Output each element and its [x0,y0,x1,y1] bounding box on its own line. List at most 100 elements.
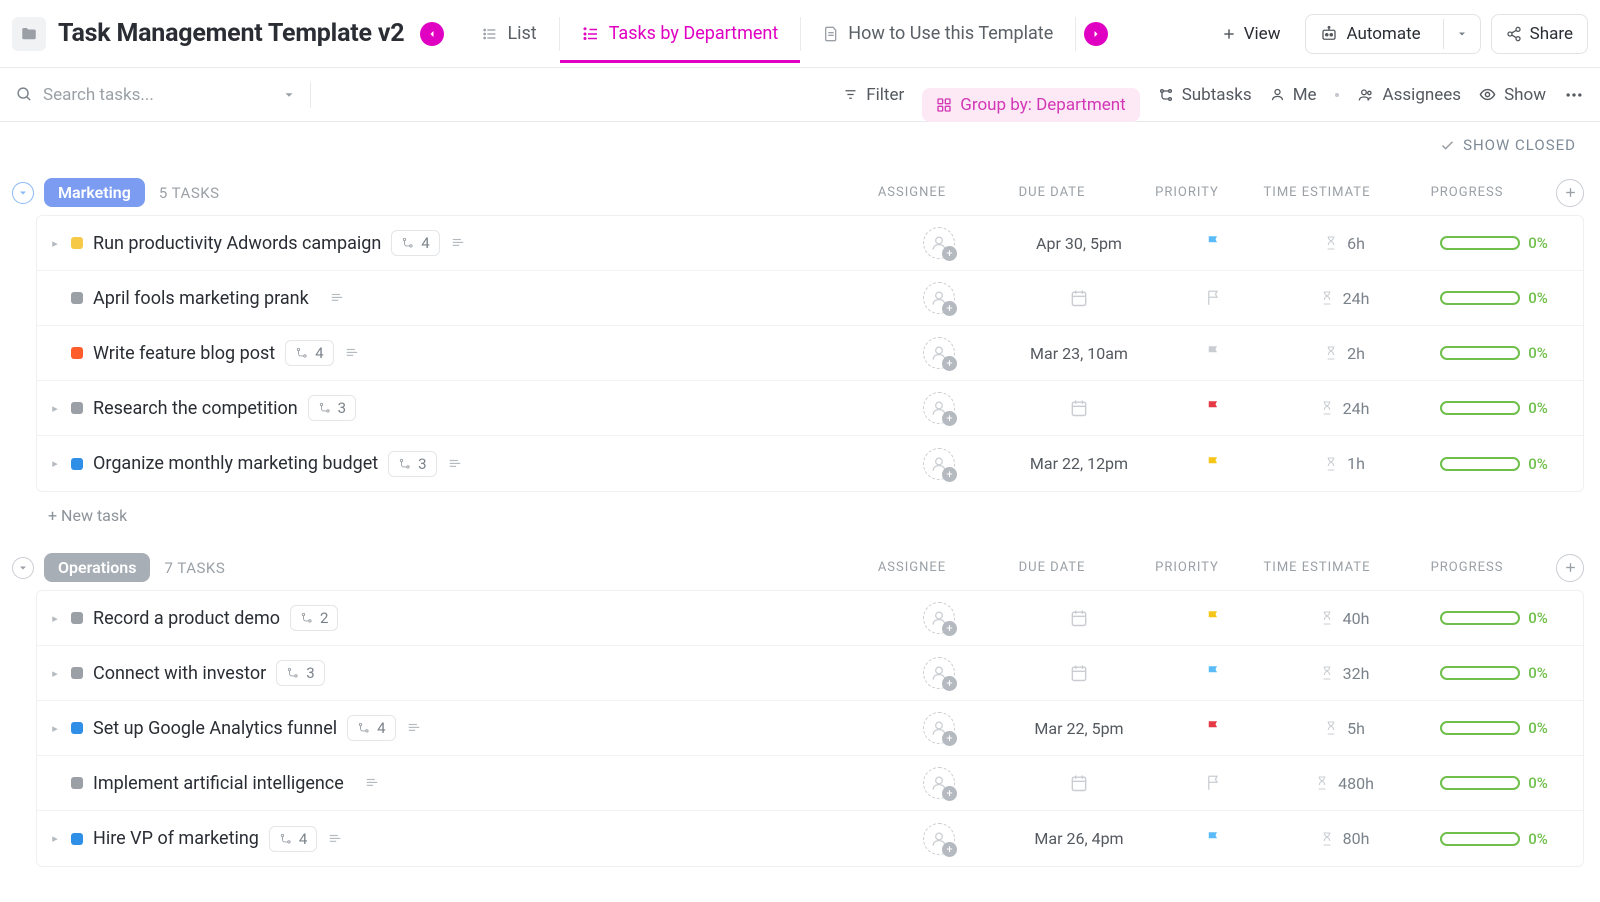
assign-user-button[interactable] [923,227,955,259]
progress-cell[interactable]: 0% [1419,234,1569,252]
time-estimate-cell[interactable]: 80h [1269,829,1419,848]
set-due-date-button[interactable] [1069,288,1089,308]
subtask-count-chip[interactable]: 3 [276,660,324,686]
description-icon[interactable] [327,832,343,846]
tab-list[interactable]: List [460,5,558,62]
task-name[interactable]: Implement artificial intelligence [93,773,344,794]
progress-cell[interactable]: 0% [1419,455,1569,473]
description-icon[interactable] [329,291,345,305]
time-estimate-cell[interactable]: 2h [1269,344,1419,363]
time-estimate-cell[interactable]: 32h [1269,664,1419,683]
automate-button[interactable]: Automate [1305,14,1480,54]
tab-howto[interactable]: How to Use this Template [801,5,1075,62]
status-indicator[interactable] [71,777,83,789]
filter-button[interactable]: Filter [843,85,904,105]
priority-flag[interactable] [1205,719,1223,737]
status-indicator[interactable] [71,458,83,470]
task-name[interactable]: Record a product demo [93,608,280,629]
status-indicator[interactable] [71,237,83,249]
assign-user-button[interactable] [923,392,955,424]
header-progress[interactable]: PROGRESS [1392,185,1542,200]
status-indicator[interactable] [71,347,83,359]
header-progress[interactable]: PROGRESS [1392,560,1542,575]
priority-flag[interactable] [1205,399,1223,417]
task-row[interactable]: ▸ Set up Google Analytics funnel 4 Mar 2… [37,701,1583,756]
subtask-count-chip[interactable]: 3 [308,395,356,421]
task-row[interactable]: ▸ Organize monthly marketing budget 3 Ma… [37,436,1583,491]
expand-task-button[interactable]: ▸ [49,832,61,845]
task-row[interactable]: ▸ Record a product demo 2 [37,591,1583,646]
due-date-value[interactable]: Mar 26, 4pm [1034,829,1123,848]
add-column-button[interactable] [1556,554,1584,582]
status-indicator[interactable] [71,292,83,304]
progress-cell[interactable]: 0% [1419,719,1569,737]
description-icon[interactable] [447,457,463,471]
status-indicator[interactable] [71,833,83,845]
time-estimate-cell[interactable]: 5h [1269,719,1419,738]
header-assignee[interactable]: ASSIGNEE [852,560,972,575]
task-row[interactable]: ▸ Run productivity Adwords campaign 4 Ap… [37,216,1583,271]
show-button[interactable]: Show [1479,85,1546,105]
folder-icon[interactable] [12,17,46,51]
status-indicator[interactable] [71,722,83,734]
description-icon[interactable] [344,346,360,360]
expand-task-button[interactable]: ▸ [49,722,61,735]
more-options-button[interactable] [1564,85,1584,105]
assign-user-button[interactable] [923,448,955,480]
page-title[interactable]: Task Management Template v2 [58,19,404,48]
nav-next-button[interactable] [1084,22,1108,46]
subtask-count-chip[interactable]: 4 [347,715,395,741]
description-icon[interactable] [450,236,466,250]
description-icon[interactable] [406,721,422,735]
assign-user-button[interactable] [923,282,955,314]
priority-flag[interactable] [1205,609,1223,627]
subtask-count-chip[interactable]: 4 [285,340,333,366]
task-name[interactable]: Write feature blog post [93,343,275,364]
task-name[interactable]: Research the competition [93,398,298,419]
priority-flag[interactable] [1205,455,1223,473]
expand-task-button[interactable]: ▸ [49,667,61,680]
subtasks-button[interactable]: Subtasks [1158,85,1252,105]
due-date-value[interactable]: Mar 22, 5pm [1034,719,1123,738]
task-row[interactable]: Implement artificial intelligence [37,756,1583,811]
assign-user-button[interactable] [923,657,955,689]
progress-cell[interactable]: 0% [1419,399,1569,417]
search-dropdown-caret[interactable] [282,88,296,102]
header-assignee[interactable]: ASSIGNEE [852,185,972,200]
header-due-date[interactable]: DUE DATE [972,185,1132,200]
tab-department[interactable]: Tasks by Department [560,5,801,62]
status-indicator[interactable] [71,402,83,414]
description-icon[interactable] [364,776,380,790]
progress-cell[interactable]: 0% [1419,289,1569,307]
expand-task-button[interactable]: ▸ [49,612,61,625]
time-estimate-cell[interactable]: 480h [1269,774,1419,793]
expand-task-button[interactable]: ▸ [49,237,61,250]
group-tag[interactable]: Operations [44,553,150,582]
nav-prev-button[interactable] [420,22,444,46]
time-estimate-cell[interactable]: 1h [1269,454,1419,473]
task-row[interactable]: April fools marketing prank 24h [37,271,1583,326]
priority-flag[interactable] [1205,289,1223,307]
progress-cell[interactable]: 0% [1419,344,1569,362]
me-button[interactable]: Me [1270,85,1317,105]
set-due-date-button[interactable] [1069,663,1089,683]
set-due-date-button[interactable] [1069,608,1089,628]
time-estimate-cell[interactable]: 24h [1269,399,1419,418]
header-due-date[interactable]: DUE DATE [972,560,1132,575]
task-row[interactable]: Write feature blog post 4 Mar 23, 10am [37,326,1583,381]
progress-cell[interactable]: 0% [1419,774,1569,792]
priority-flag[interactable] [1205,664,1223,682]
progress-cell[interactable]: 0% [1419,830,1569,848]
progress-cell[interactable]: 0% [1419,664,1569,682]
time-estimate-cell[interactable]: 6h [1269,234,1419,253]
subtask-count-chip[interactable]: 2 [290,605,338,631]
priority-flag[interactable] [1205,830,1223,848]
priority-flag[interactable] [1205,774,1223,792]
header-time-estimate[interactable]: TIME ESTIMATE [1242,560,1392,575]
subtask-count-chip[interactable]: 3 [388,451,436,477]
due-date-value[interactable]: Mar 22, 12pm [1030,454,1128,473]
task-name[interactable]: Organize monthly marketing budget [93,453,378,474]
share-button[interactable]: Share [1491,14,1588,54]
task-row[interactable]: ▸ Research the competition 3 [37,381,1583,436]
assign-user-button[interactable] [923,712,955,744]
